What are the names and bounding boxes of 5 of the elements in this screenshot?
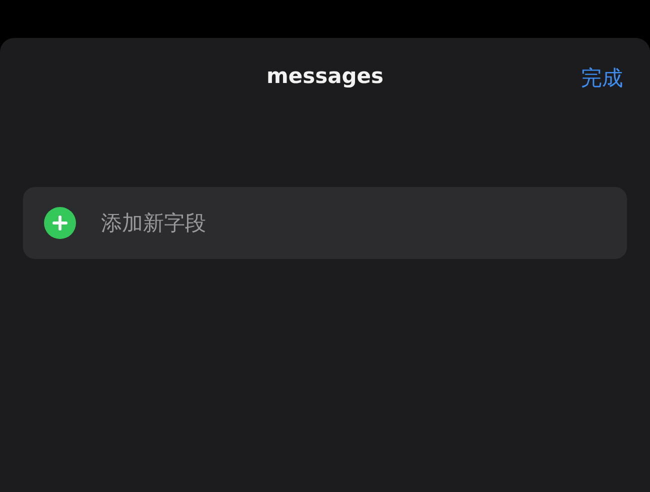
done-button[interactable]: 完成 [581,64,623,92]
sheet-title: messages [266,64,384,88]
add-field-label: 添加新字段 [101,210,206,237]
add-field-row[interactable]: 添加新字段 [23,187,627,259]
add-icon[interactable] [44,207,76,239]
